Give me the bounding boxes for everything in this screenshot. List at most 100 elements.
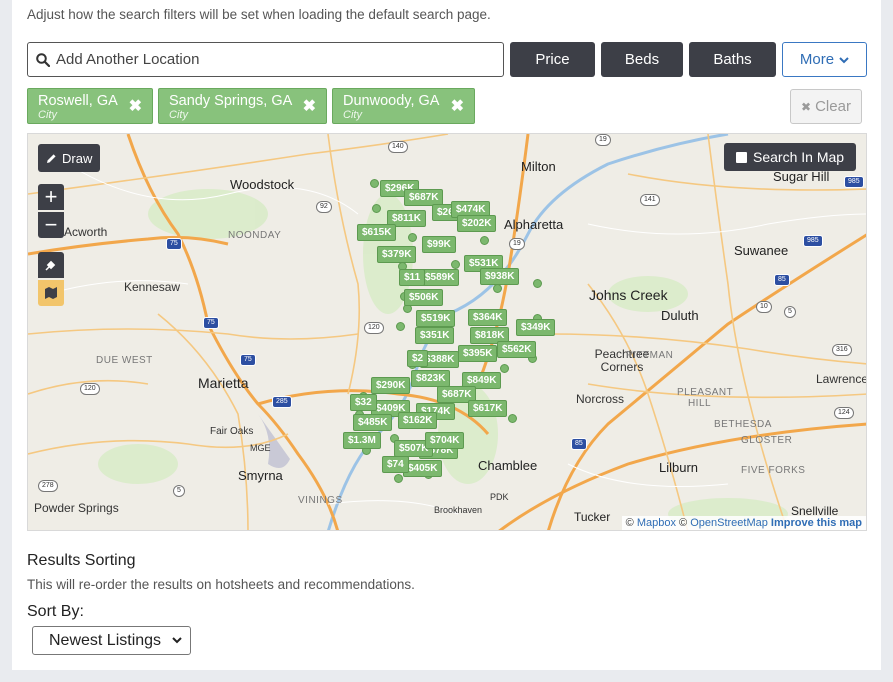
listing-price-pin[interactable]: $589K (420, 269, 460, 286)
map-place-label: Smyrna (238, 468, 283, 483)
listing-price-pin[interactable]: $562K (497, 341, 537, 358)
listing-cluster-dot[interactable] (408, 233, 417, 242)
listing-price-pin[interactable]: $290K (371, 377, 411, 394)
listing-price-pin[interactable]: $1.3M (343, 432, 381, 449)
listing-price-pin[interactable]: $202K (457, 215, 497, 232)
satellite-view-button[interactable] (38, 252, 64, 278)
listing-price-pin[interactable]: $99K (422, 236, 456, 253)
map-place-label: Norcross (576, 392, 625, 406)
baths-filter-button[interactable]: Baths (689, 42, 776, 77)
location-chip-dunwoody: Dunwoody, GA City ✖ (332, 88, 475, 124)
more-filters-button[interactable]: More (782, 42, 867, 77)
interstate-shield: 985 (844, 176, 864, 188)
listing-cluster-dot[interactable] (396, 322, 405, 331)
listing-cluster-dot[interactable] (372, 204, 381, 213)
intro-text: Adjust how the search filters will be se… (27, 7, 491, 22)
listing-price-pin[interactable]: $11 (399, 269, 426, 286)
checkbox-icon (736, 151, 747, 163)
listing-price-pin[interactable]: $162K (398, 412, 438, 429)
listing-price-pin[interactable]: $519K (416, 310, 456, 327)
osm-link[interactable]: OpenStreetMap (690, 517, 768, 529)
results-sorting-heading: Results Sorting (27, 552, 136, 569)
highway-shield: 124 (834, 407, 854, 419)
map-place-label: Suwanee (734, 243, 789, 258)
sort-by-value: Newest Listings (49, 631, 162, 649)
clear-button[interactable]: ✖ Clear (790, 89, 862, 124)
copyright-symbol: © (679, 517, 688, 529)
map-place-label: GLOSTER (741, 435, 793, 446)
listing-cluster-dot[interactable] (370, 179, 379, 188)
map-place-label: Lawrencev (816, 372, 866, 386)
remove-chip-icon[interactable]: ✖ (303, 99, 316, 115)
listing-price-pin[interactable]: $506K (404, 289, 444, 306)
draw-button[interactable]: Draw (38, 144, 101, 172)
map-place-label: Lilburn (659, 460, 699, 475)
results-sorting-description: This will re-order the results on hotshe… (27, 577, 415, 592)
chip-type: City (169, 109, 188, 121)
map-place-label: PLEASANT HILL (677, 387, 734, 409)
more-filters-label: More (799, 51, 835, 68)
search-in-map-label: Search In Map (753, 149, 845, 165)
highway-shield: 120 (364, 322, 384, 334)
map-place-label: DUE WEST (96, 355, 153, 366)
draw-label: Draw (62, 150, 93, 166)
improve-map-link[interactable]: Improve this map (771, 517, 862, 529)
map-place-label: Milton (521, 159, 556, 174)
listing-price-pin[interactable]: $395K (458, 345, 498, 362)
map-place-label: Chamblee (478, 458, 538, 473)
listing-price-pin[interactable]: $379K (377, 246, 417, 263)
listing-price-pin[interactable]: $704K (425, 432, 465, 449)
location-search[interactable] (27, 42, 504, 77)
listing-price-pin[interactable]: $364K (468, 309, 508, 326)
listing-price-pin[interactable]: $349K (516, 319, 556, 336)
zoom-out-button[interactable]: − (38, 212, 64, 238)
highway-shield: 19 (509, 238, 525, 250)
highway-shield: 5 (173, 485, 185, 497)
zoom-in-button[interactable]: + (38, 184, 64, 210)
interstate-shield: 85 (571, 438, 587, 450)
listing-price-pin[interactable]: $938K (480, 268, 520, 285)
listing-price-pin[interactable]: $615K (357, 224, 397, 241)
listing-price-pin[interactable]: $2 (407, 350, 429, 367)
search-in-map-toggle[interactable]: Search In Map (724, 143, 857, 171)
listing-cluster-dot[interactable] (493, 284, 502, 293)
listing-price-pin[interactable]: $351K (415, 327, 455, 344)
listing-price-pin[interactable]: $74 (382, 456, 409, 473)
map-place-label: PDK (490, 492, 509, 502)
interstate-shield: 75 (203, 317, 219, 329)
highway-shield: 278 (38, 480, 58, 492)
highway-shield: 10 (756, 301, 772, 313)
listing-cluster-dot[interactable] (508, 414, 517, 423)
map-place-label: Tucker (574, 510, 611, 524)
map-place-label: NOONDAY (228, 230, 282, 241)
listing-cluster-dot[interactable] (500, 364, 509, 373)
chevron-down-icon (172, 637, 182, 644)
map-place-label: VININGS (298, 495, 343, 506)
listing-price-pin[interactable]: $405K (403, 460, 443, 477)
search-icon (36, 52, 50, 67)
price-filter-button[interactable]: Price (510, 42, 595, 77)
street-view-button[interactable] (38, 280, 64, 306)
mapbox-link[interactable]: Mapbox (637, 517, 676, 529)
chip-name: Sandy Springs, GA (169, 93, 293, 109)
location-search-input[interactable] (56, 51, 476, 68)
remove-chip-icon[interactable]: ✖ (129, 99, 142, 115)
listing-cluster-dot[interactable] (480, 236, 489, 245)
map-place-label: BETHESDA (714, 419, 772, 430)
listing-price-pin[interactable]: $32 (350, 394, 377, 411)
remove-chip-icon[interactable]: ✖ (451, 99, 464, 115)
pencil-icon (47, 153, 56, 163)
copyright-symbol: © (625, 517, 634, 529)
chip-name: Dunwoody, GA (343, 93, 440, 109)
map-view[interactable]: Woodstock Milton Alpharetta Sugar Hill A… (27, 133, 867, 531)
beds-filter-button[interactable]: Beds (601, 42, 683, 77)
listing-price-pin[interactable]: $617K (468, 400, 508, 417)
listing-cluster-dot[interactable] (533, 279, 542, 288)
listing-price-pin[interactable]: $485K (353, 414, 393, 431)
listing-price-pin[interactable]: $823K (411, 370, 451, 387)
map-place-label: Kennesaw (124, 280, 181, 294)
close-icon: ✖ (801, 99, 812, 114)
listing-cluster-dot[interactable] (451, 260, 460, 269)
listing-cluster-dot[interactable] (394, 474, 403, 483)
sort-by-select[interactable]: Newest Listings (32, 626, 191, 655)
